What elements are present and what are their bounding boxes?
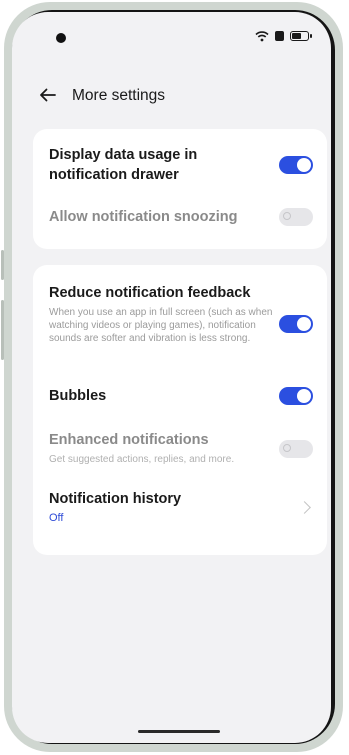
- enhanced-notifications-toggle[interactable]: [279, 440, 313, 458]
- setting-description: When you use an app in full screen (such…: [49, 307, 273, 344]
- setting-allow-snoozing[interactable]: Allow notification snoozing: [49, 207, 313, 227]
- wifi-icon: [255, 31, 269, 42]
- screen: More settings Display data usage in noti…: [12, 12, 331, 743]
- setting-title: Enhanced notifications: [49, 432, 209, 448]
- battery-icon: [290, 31, 312, 41]
- header: More settings: [12, 82, 331, 112]
- status-icons: [255, 30, 312, 42]
- front-camera: [56, 33, 66, 43]
- side-key: [1, 300, 4, 360]
- setting-value: Off: [49, 512, 64, 524]
- setting-description: Get suggested actions, replies, and more…: [49, 454, 235, 465]
- setting-reduce-feedback[interactable]: Reduce notification feedback When you us…: [49, 283, 313, 345]
- setting-bubbles[interactable]: Bubbles: [49, 386, 313, 406]
- back-arrow-icon[interactable]: [38, 85, 58, 105]
- home-indicator[interactable]: [138, 730, 220, 733]
- status-bar: [12, 12, 331, 58]
- setting-title: Allow notification snoozing: [49, 209, 238, 225]
- setting-title: Display data usage in notification drawe…: [49, 147, 198, 183]
- setting-title: Notification history: [49, 491, 182, 507]
- setting-title: Bubbles: [49, 388, 107, 404]
- reduce-feedback-toggle[interactable]: [279, 315, 313, 333]
- setting-enhanced-notifications[interactable]: Enhanced notifications Get suggested act…: [49, 430, 313, 466]
- page-title: More settings: [72, 87, 166, 104]
- settings-card-2: Reduce notification feedback When you us…: [33, 265, 327, 555]
- setting-title: Reduce notification feedback: [49, 285, 251, 301]
- setting-display-data-usage[interactable]: Display data usage in notification drawe…: [49, 145, 313, 185]
- display-data-usage-toggle[interactable]: [279, 156, 313, 174]
- bubbles-toggle[interactable]: [279, 387, 313, 405]
- setting-notification-history[interactable]: Notification history Off: [49, 489, 313, 524]
- allow-snoozing-toggle[interactable]: [279, 208, 313, 226]
- volume-key: [1, 250, 4, 280]
- sim-icon: [275, 31, 284, 41]
- settings-card-1: Display data usage in notification drawe…: [33, 129, 327, 249]
